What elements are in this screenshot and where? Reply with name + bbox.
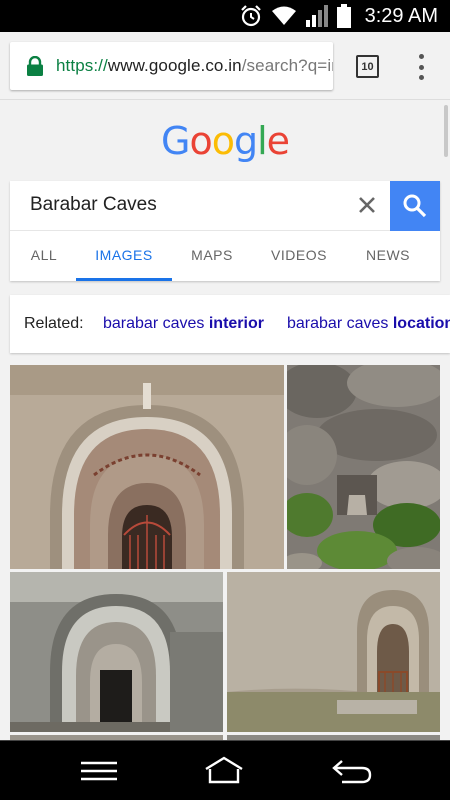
- url-text: https://www.google.co.in/search?q=im: [56, 56, 333, 76]
- related-link-plain: barabar caves: [287, 315, 389, 332]
- close-icon: [359, 197, 375, 213]
- search-icon: [403, 194, 427, 218]
- google-logo[interactable]: Google: [0, 119, 450, 163]
- search-card: Barabar Caves ALL IMAGES MAPS VIDEOS NEW…: [10, 181, 440, 281]
- logo-letter: g: [233, 119, 258, 163]
- related-link-bold: location: [392, 315, 450, 332]
- wifi-icon: [271, 6, 296, 25]
- url-bar[interactable]: https://www.google.co.in/search?q=im: [10, 42, 333, 90]
- status-time: 3:29 AM: [364, 4, 438, 27]
- overflow-menu-button[interactable]: [416, 54, 426, 80]
- related-searches: Related: barabar caves interior barabar …: [10, 295, 450, 353]
- logo-letter: o: [189, 119, 212, 163]
- rocky-hillside-image[interactable]: [287, 365, 440, 569]
- logo-letter: e: [266, 119, 290, 163]
- logo-letter: G: [160, 119, 190, 163]
- cave-arch-entrance-image[interactable]: [10, 365, 284, 569]
- lock-icon: [26, 55, 44, 76]
- status-icons: 3:29 AM: [239, 4, 438, 28]
- back-icon: [332, 760, 372, 784]
- url-scheme: https://: [56, 56, 108, 75]
- battery-icon: [336, 4, 351, 28]
- tab-switcher-button[interactable]: 10: [356, 55, 379, 78]
- related-link-interior[interactable]: barabar caves interior: [103, 315, 264, 333]
- back-nav-button[interactable]: [330, 755, 374, 787]
- home-nav-button[interactable]: [202, 755, 246, 787]
- signal-icon: [305, 5, 328, 27]
- related-link-plain: barabar caves: [103, 315, 205, 332]
- home-icon: [205, 756, 243, 784]
- related-link-bold: interior: [208, 315, 264, 332]
- search-button[interactable]: [390, 181, 440, 231]
- tab-count: 10: [361, 60, 374, 73]
- tab-news[interactable]: NEWS: [360, 231, 416, 281]
- logo-letter: o: [211, 119, 235, 163]
- menu-nav-button[interactable]: [77, 755, 121, 787]
- navigation-bar: [0, 740, 450, 800]
- menu-dot: [418, 54, 424, 59]
- search-tabs: ALL IMAGES MAPS VIDEOS NEWS: [10, 231, 440, 281]
- menu-dot: [418, 75, 424, 80]
- tab-maps[interactable]: MAPS: [186, 231, 238, 281]
- related-link-location[interactable]: barabar caves location: [287, 315, 450, 333]
- browser-toolbar: https://www.google.co.in/search?q=im 10: [0, 32, 450, 100]
- status-bar: 3:29 AM: [0, 0, 450, 32]
- menu-dot: [418, 64, 424, 70]
- tab-videos[interactable]: VIDEOS: [268, 231, 330, 281]
- search-row: Barabar Caves: [10, 181, 440, 231]
- related-label: Related:: [24, 315, 84, 332]
- tab-images[interactable]: IMAGES: [76, 231, 172, 281]
- page-content: Google Barabar Caves ALL IMAGES MAPS VID…: [0, 101, 450, 740]
- logo-letter: l: [257, 119, 268, 163]
- cave-doorway-image[interactable]: [10, 572, 223, 732]
- clear-search-button[interactable]: [355, 193, 379, 217]
- cave-rock-wall-image[interactable]: [227, 572, 440, 732]
- alarm-icon: [240, 5, 261, 27]
- url-host: www.google.co.in: [107, 56, 242, 75]
- search-input[interactable]: Barabar Caves: [30, 194, 157, 216]
- url-path: /search?q=im: [241, 56, 333, 75]
- tab-all[interactable]: ALL: [24, 231, 64, 281]
- menu-icon: [81, 761, 117, 781]
